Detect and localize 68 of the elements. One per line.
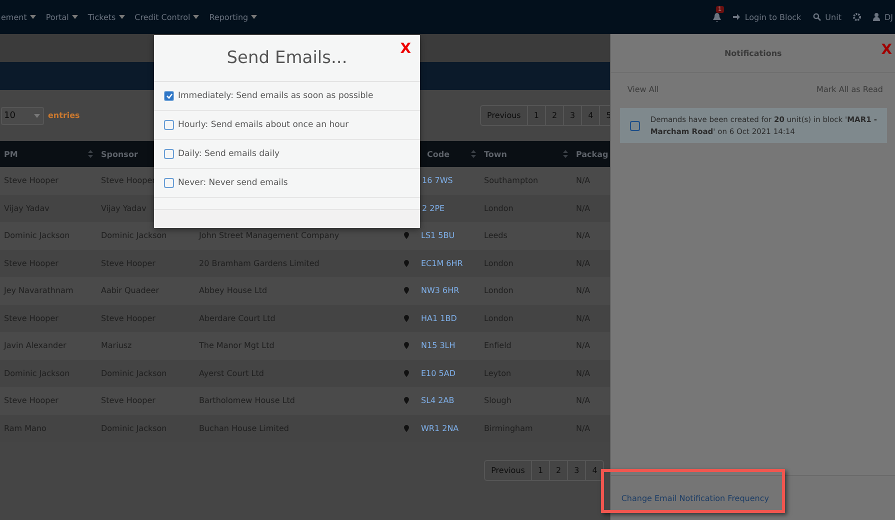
nav-menu[interactable]: ement	[1, 12, 36, 22]
page-button[interactable]: 1	[530, 461, 550, 480]
panel-title: Notifications	[724, 48, 782, 58]
user-icon	[873, 13, 880, 21]
caret-icon	[193, 15, 200, 19]
column-header[interactable]: Packag	[572, 141, 610, 167]
nav-menu[interactable]: Portal	[46, 12, 78, 22]
checkbox[interactable]	[630, 120, 640, 131]
user-menu[interactable]: DJ	[873, 12, 893, 22]
map-pin-icon	[404, 370, 409, 377]
page-button[interactable]: Previous	[481, 106, 527, 125]
postcode-link[interactable]: HA1 1BD	[421, 314, 457, 323]
settings-icon[interactable]	[853, 13, 862, 21]
page-button[interactable]: 3	[567, 461, 586, 480]
checkbox[interactable]	[164, 120, 174, 130]
nav-menu[interactable]: Credit Control	[134, 12, 200, 22]
login-to-block-link[interactable]: Login to Block	[732, 12, 802, 22]
unit-search-link[interactable]: Unit	[813, 12, 842, 22]
column-header[interactable]: PM	[0, 141, 97, 167]
map-pin-icon	[404, 232, 409, 240]
postcode-link[interactable]: N15 3LH	[421, 341, 456, 350]
dialog-title: Send Emails...	[226, 48, 348, 68]
page-button[interactable]: 4	[585, 461, 604, 480]
sort-icon[interactable]	[88, 150, 93, 158]
checkbox[interactable]	[164, 178, 174, 188]
map-pin-icon	[404, 287, 409, 294]
postcode-link[interactable]: 16 7WS	[422, 176, 453, 186]
close-button[interactable]: X	[400, 41, 411, 57]
map-pin-icon	[404, 424, 409, 432]
postcode-link[interactable]: E10 5AD	[421, 368, 456, 378]
nav-menu[interactable]: Reporting	[209, 12, 258, 22]
postcode-link[interactable]: EC1M 6HR	[421, 258, 463, 268]
page-size-select[interactable]: 10	[1, 106, 44, 124]
view-all-link[interactable]: View All	[627, 85, 659, 94]
postcode-link[interactable]: SL4 2AB	[421, 396, 454, 406]
checkbox[interactable]	[164, 91, 174, 101]
sign-in-icon	[732, 13, 741, 21]
caret-icon	[72, 15, 78, 19]
search-icon	[813, 13, 822, 21]
caret-icon	[30, 15, 36, 19]
caret-icon	[118, 15, 125, 19]
page-button[interactable]: 3	[563, 106, 582, 125]
postcode-link[interactable]: 2 2PE	[422, 204, 445, 213]
bell-icon[interactable]	[712, 12, 721, 22]
caret-icon	[34, 114, 40, 118]
entries-label: entries	[48, 111, 80, 120]
page-button[interactable]: Previous	[485, 461, 531, 480]
option-label[interactable]: Immediately: Send emails as soon as possible	[178, 91, 374, 101]
page-button[interactable]: 2	[544, 106, 564, 125]
map-pin-icon	[404, 314, 409, 322]
column-header[interactable]: Town	[480, 141, 572, 167]
map-pin-icon	[404, 397, 409, 404]
map-pin-icon	[404, 342, 409, 350]
postcode-link[interactable]: LS1 5BU	[421, 231, 455, 240]
caret-icon	[251, 15, 258, 19]
postcode-link[interactable]: WR1 2NA	[421, 424, 459, 433]
nav-menu[interactable]: Tickets	[88, 12, 125, 22]
postcode-link[interactable]: NW3 6HR	[421, 286, 460, 296]
sort-icon[interactable]	[563, 150, 568, 158]
page-button[interactable]: 1	[526, 106, 545, 125]
page-button[interactable]: 2	[549, 461, 568, 480]
change-frequency-link[interactable]: Change Email Notification Frequency	[621, 494, 769, 502]
map-pin-icon	[404, 260, 409, 267]
mark-all-read-link[interactable]: Mark All as Read	[816, 85, 883, 94]
option-label[interactable]: Hourly: Send emails about once an hour	[178, 120, 349, 130]
checkbox[interactable]	[164, 149, 174, 159]
sort-icon[interactable]	[471, 150, 476, 158]
page-button[interactable]: 4	[581, 106, 600, 125]
